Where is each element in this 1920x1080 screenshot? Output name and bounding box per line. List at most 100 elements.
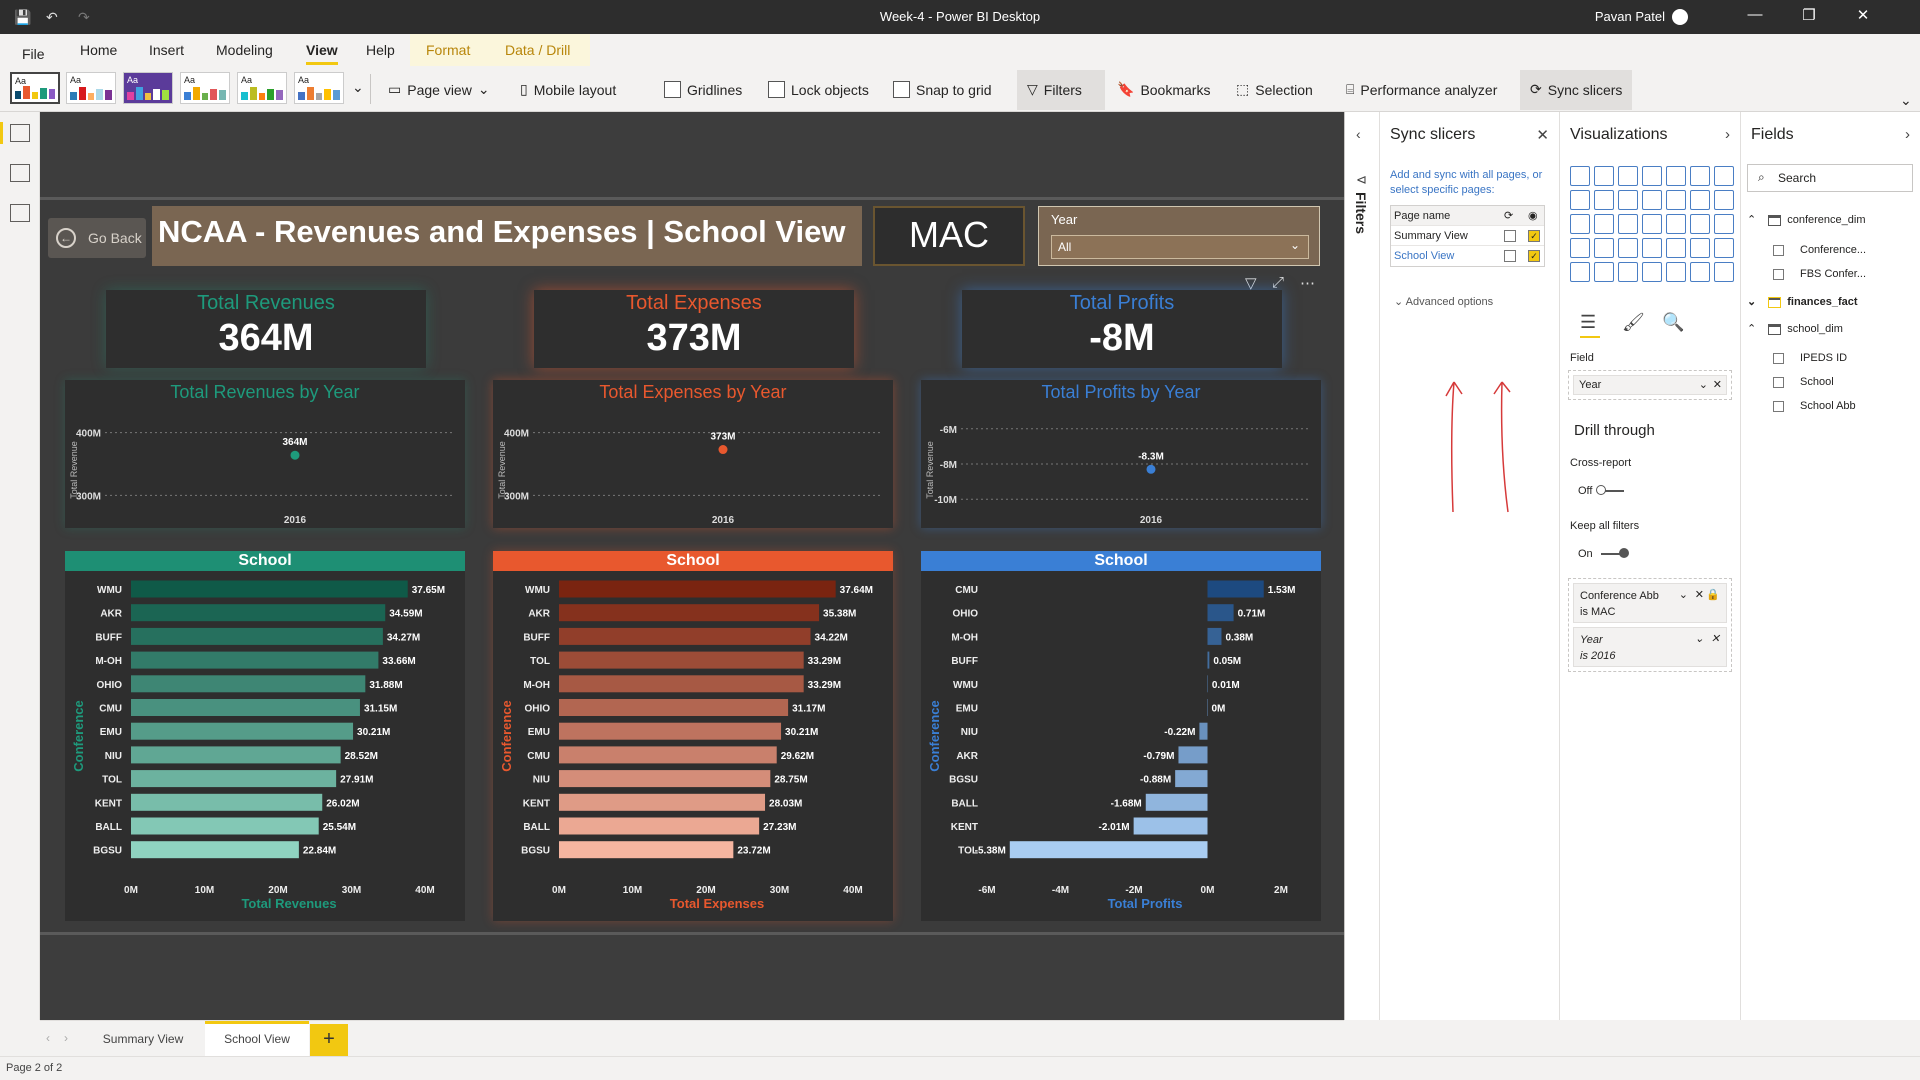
- profits-by-year-chart[interactable]: Total Profits by Year -6M -8M -10M Total Re…: [921, 380, 1321, 528]
- focus-mode-icon[interactable]: ⤢: [1272, 274, 1284, 291]
- visual-type-icon[interactable]: [1690, 214, 1710, 234]
- visual-type-icon[interactable]: [1690, 262, 1710, 282]
- drill-filter-card[interactable]: Year is 2016 ⌄ ✕: [1573, 627, 1727, 667]
- year-slicer[interactable]: Year All ⌄: [1038, 206, 1320, 266]
- go-back-button[interactable]: ← Go Back: [48, 218, 146, 258]
- visual-type-icon[interactable]: [1666, 214, 1686, 234]
- close-icon[interactable]: ✕: [1848, 6, 1878, 24]
- visual-type-icon[interactable]: [1642, 238, 1662, 258]
- prev-page-icon[interactable]: ‹: [46, 1031, 50, 1045]
- year-dropdown[interactable]: All ⌄: [1051, 235, 1309, 259]
- checkbox[interactable]: [1773, 244, 1784, 256]
- data-view-icon[interactable]: [10, 164, 30, 182]
- visual-type-icon[interactable]: [1570, 190, 1590, 210]
- page-view-button[interactable]: ▭ Page view ⌄: [388, 81, 490, 98]
- chevron-down-icon[interactable]: ⌄: [1695, 631, 1704, 647]
- visual-type-icon[interactable]: [1570, 238, 1590, 258]
- filters-pane-collapsed[interactable]: ‹ ⊲ Filters: [1344, 112, 1379, 1020]
- visual-type-icon[interactable]: [1570, 214, 1590, 234]
- tab-file[interactable]: File: [22, 46, 45, 62]
- checkbox[interactable]: [1773, 376, 1784, 388]
- lock-objects-checkbox[interactable]: Lock objects: [768, 81, 869, 98]
- visual-type-icon[interactable]: [1642, 166, 1662, 186]
- tab-home[interactable]: Home: [80, 42, 117, 58]
- visual-type-icon[interactable]: [1666, 166, 1686, 186]
- search-input[interactable]: ⌕ Search: [1747, 164, 1913, 192]
- ribbon-collapse-icon[interactable]: ⌄: [1900, 92, 1912, 109]
- performance-analyzer-toggle[interactable]: ⌸ Performance analyzer: [1346, 81, 1497, 98]
- sync-checkbox[interactable]: [1504, 250, 1516, 262]
- remove-icon[interactable]: ✕: [1695, 587, 1704, 603]
- selection-toggle[interactable]: ⬚ Selection: [1236, 81, 1313, 98]
- visual-type-icon[interactable]: [1618, 190, 1638, 210]
- report-view-icon[interactable]: [10, 124, 30, 142]
- expenses-by-school-chart[interactable]: School WMU 37.64M AKR 35.38M BUFF 34.22M TOL 33…: [493, 551, 893, 921]
- collapse-chevron-icon[interactable]: ›: [1905, 126, 1910, 143]
- minimize-icon[interactable]: —: [1740, 6, 1770, 23]
- more-options-icon[interactable]: ⋯: [1300, 274, 1315, 292]
- field-item[interactable]: FBS Confer...: [1773, 268, 1866, 280]
- theme-swatch-1[interactable]: Aa: [10, 72, 60, 104]
- visual-type-icon[interactable]: [1714, 238, 1734, 258]
- drill-filter-card[interactable]: Conference Abb is MAC ⌄ ✕ 🔒: [1573, 583, 1727, 623]
- themes-dropdown-icon[interactable]: ⌄: [352, 79, 364, 96]
- theme-swatch-6[interactable]: Aa: [294, 72, 344, 104]
- analytics-icon[interactable]: 🔍: [1662, 312, 1684, 333]
- fields-well-icon[interactable]: ☰: [1580, 312, 1596, 333]
- visual-type-icon[interactable]: [1714, 166, 1734, 186]
- visual-type-icon[interactable]: [1594, 262, 1614, 282]
- restore-icon[interactable]: ❐: [1794, 6, 1824, 24]
- format-paint-icon[interactable]: 🖌: [1622, 312, 1645, 333]
- sync-checkbox[interactable]: [1504, 230, 1516, 242]
- chevron-down-icon[interactable]: ⌄: [1679, 587, 1688, 603]
- page-tab-school-view[interactable]: School View: [205, 1021, 309, 1057]
- theme-swatch-2[interactable]: Aa: [66, 72, 116, 104]
- revenues-by-year-chart[interactable]: Total Revenues by Year 400M 300M Total Rev…: [65, 380, 465, 528]
- avatar[interactable]: [1672, 9, 1688, 25]
- checkbox[interactable]: [664, 81, 681, 98]
- field-item[interactable]: IPEDS ID: [1773, 352, 1847, 364]
- checkbox[interactable]: [1773, 352, 1784, 364]
- tab-insert[interactable]: Insert: [149, 42, 184, 58]
- table-conference-dim[interactable]: ⌃ conference_dim: [1747, 213, 1866, 226]
- visual-type-icon[interactable]: [1714, 214, 1734, 234]
- bookmarks-toggle[interactable]: 🔖 Bookmarks: [1117, 81, 1210, 98]
- theme-swatch-5[interactable]: Aa: [237, 72, 287, 104]
- visual-type-icon[interactable]: [1690, 238, 1710, 258]
- field-item[interactable]: School: [1773, 376, 1834, 388]
- profits-by-school-chart[interactable]: School CMU 1.53M OHIO 0.71M M-OH 0.38M BUFF 0.0…: [921, 551, 1321, 921]
- visual-type-icon[interactable]: [1714, 190, 1734, 210]
- tab-data-drill[interactable]: Data / Drill: [505, 42, 570, 58]
- checkbox[interactable]: [768, 81, 785, 98]
- visual-type-icon[interactable]: [1594, 214, 1614, 234]
- sync-slicers-toggle[interactable]: ⟳ Sync slicers: [1530, 81, 1622, 98]
- model-view-icon[interactable]: [10, 204, 30, 222]
- lock-icon[interactable]: 🔒: [1706, 587, 1720, 603]
- visual-type-icon[interactable]: [1642, 214, 1662, 234]
- visual-type-icon[interactable]: [1618, 238, 1638, 258]
- table-school-dim[interactable]: ⌃ school_dim: [1747, 322, 1843, 335]
- visual-type-icon[interactable]: [1618, 214, 1638, 234]
- visual-type-icon[interactable]: [1666, 238, 1686, 258]
- field-item[interactable]: Conference...: [1773, 244, 1866, 256]
- checkbox[interactable]: [1773, 268, 1784, 280]
- visual-type-icon[interactable]: [1594, 166, 1614, 186]
- add-page-button[interactable]: +: [310, 1024, 348, 1056]
- keep-filters-toggle[interactable]: On: [1578, 548, 1629, 560]
- mobile-layout-button[interactable]: ▯ Mobile layout: [520, 81, 616, 98]
- remove-icon[interactable]: ✕: [1713, 378, 1722, 391]
- visual-type-icon[interactable]: [1666, 190, 1686, 210]
- visible-checkbox[interactable]: ✓: [1528, 230, 1540, 242]
- visible-checkbox[interactable]: ✓: [1528, 250, 1540, 262]
- snap-to-grid-checkbox[interactable]: Snap to grid: [893, 81, 992, 98]
- checkbox[interactable]: [893, 81, 910, 98]
- tab-format[interactable]: Format: [426, 42, 470, 58]
- visual-type-icon[interactable]: [1714, 262, 1734, 282]
- remove-icon[interactable]: ✕: [1711, 631, 1720, 647]
- visual-type-icon[interactable]: [1618, 262, 1638, 282]
- visual-type-icon[interactable]: [1570, 166, 1590, 186]
- gridlines-checkbox[interactable]: Gridlines: [664, 81, 742, 98]
- expenses-by-year-chart[interactable]: Total Expenses by Year 400M 300M Total Rev…: [493, 380, 893, 528]
- visual-type-icon[interactable]: [1690, 166, 1710, 186]
- visual-type-icon[interactable]: [1594, 238, 1614, 258]
